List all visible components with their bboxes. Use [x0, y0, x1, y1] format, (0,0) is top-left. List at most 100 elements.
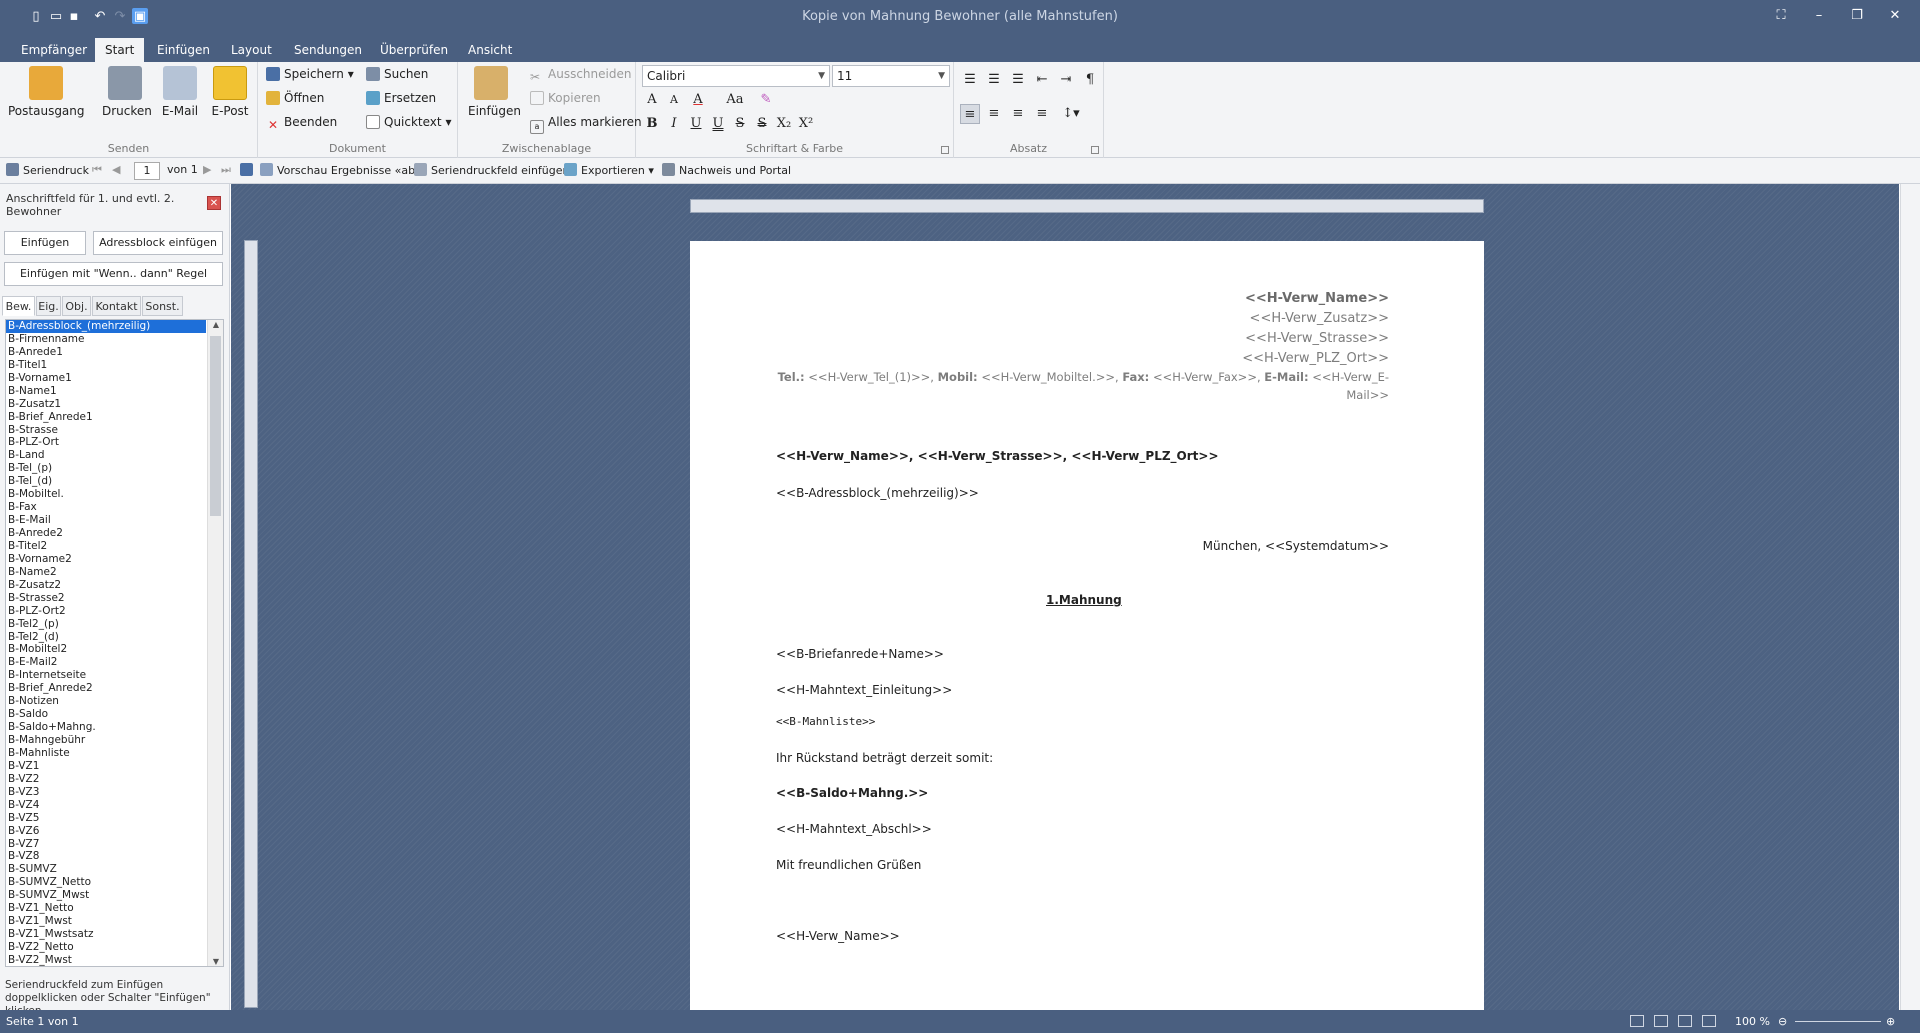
- minimize-button[interactable]: –: [1804, 6, 1834, 26]
- document-page[interactable]: <<H-Verw_Name>> <<H-Verw_Zusatz>> <<H-Ve…: [690, 241, 1484, 1010]
- vorschau-button[interactable]: Vorschau Ergebnisse «abc»: [260, 163, 428, 177]
- alles-markieren-button[interactable]: a Alles markieren: [530, 112, 642, 134]
- mergefield-item[interactable]: B-Anrede1: [6, 346, 206, 359]
- mergefield-item[interactable]: B-VZ1_Netto: [6, 902, 206, 915]
- close-button[interactable]: ✕: [1880, 6, 1910, 26]
- mergefield-item[interactable]: B-Saldo: [6, 708, 206, 721]
- double-underline-icon[interactable]: U: [708, 114, 728, 134]
- recipients-icon[interactable]: [240, 163, 257, 177]
- ausschneiden-button[interactable]: ✂ Ausschneiden: [530, 64, 631, 84]
- mergefield-item[interactable]: B-SUMVZ_Netto: [6, 876, 206, 889]
- email-button[interactable]: E-Mail: [160, 66, 200, 118]
- scroll-up-icon[interactable]: ▲: [208, 320, 223, 329]
- scroll-down-icon[interactable]: ▼: [208, 957, 223, 966]
- tab-eig[interactable]: Eig.: [36, 296, 61, 316]
- align-center-icon[interactable]: ≡: [984, 104, 1004, 124]
- tab-kontakt[interactable]: Kontakt: [92, 296, 141, 316]
- tab-ansicht[interactable]: Ansicht: [458, 38, 522, 62]
- mergefield-item[interactable]: B-VZ5: [6, 812, 206, 825]
- underline-icon[interactable]: U: [686, 114, 706, 134]
- tab-bew[interactable]: Bew.: [2, 296, 35, 316]
- font-color-icon[interactable]: A: [688, 90, 708, 110]
- justify-icon[interactable]: ≡: [1032, 104, 1052, 124]
- mergefield-item[interactable]: B-Adressblock_(mehrzeilig): [6, 320, 206, 333]
- tab-sendungen[interactable]: Sendungen: [284, 38, 372, 62]
- mergefield-item[interactable]: B-SUMVZ: [6, 863, 206, 876]
- align-left-icon[interactable]: ≡: [960, 104, 980, 124]
- mergefield-item[interactable]: B-Zusatz1: [6, 398, 206, 411]
- mergefield-item[interactable]: B-VZ4: [6, 799, 206, 812]
- suchen-button[interactable]: Suchen: [366, 64, 428, 84]
- scroll-thumb[interactable]: [210, 336, 221, 516]
- mergefield-item[interactable]: B-Vorname2: [6, 553, 206, 566]
- pilcrow-icon[interactable]: ¶: [1080, 70, 1100, 90]
- mergefield-item[interactable]: B-Titel2: [6, 540, 206, 553]
- mergefield-item[interactable]: B-Fax: [6, 501, 206, 514]
- superscript-icon[interactable]: X²: [796, 114, 816, 134]
- mergefield-item[interactable]: B-Mahnliste: [6, 747, 206, 760]
- seriendruckfeld-einfuegen-button[interactable]: Seriendruckfeld einfügen: [414, 163, 570, 177]
- mergefield-item[interactable]: B-Mobiltel.: [6, 488, 206, 501]
- mergefield-item[interactable]: B-Anrede2: [6, 527, 206, 540]
- mergefield-item[interactable]: B-Saldo+Mahng.: [6, 721, 206, 734]
- web-layout-icon[interactable]: [1654, 1015, 1668, 1027]
- exportieren-button[interactable]: Exportieren ▾: [564, 163, 654, 177]
- mergefield-item[interactable]: B-PLZ-Ort2: [6, 605, 206, 618]
- mergefield-item[interactable]: B-VZ6: [6, 825, 206, 838]
- zoom-slider[interactable]: [1795, 1021, 1881, 1022]
- mergefield-item[interactable]: B-PLZ-Ort: [6, 436, 206, 449]
- change-case-icon[interactable]: Aa: [720, 90, 750, 110]
- tab-einfuegen[interactable]: Einfügen: [147, 38, 220, 62]
- mergefield-item[interactable]: B-Internetseite: [6, 669, 206, 682]
- zoom-out-icon[interactable]: ⊖: [1778, 1015, 1787, 1028]
- mergefield-item[interactable]: B-Tel_(d): [6, 475, 206, 488]
- tab-layout[interactable]: Layout: [221, 38, 282, 62]
- mergefield-item[interactable]: B-VZ2_Netto: [6, 941, 206, 954]
- kopieren-button[interactable]: Kopieren: [530, 88, 601, 108]
- strikethrough-icon[interactable]: S: [730, 114, 750, 134]
- mergefield-item[interactable]: B-Mahngebühr: [6, 734, 206, 747]
- vertical-ruler[interactable]: [244, 240, 258, 1008]
- restore-button[interactable]: ❐: [1842, 6, 1872, 26]
- close-pane-icon[interactable]: ✕: [207, 196, 221, 210]
- mergefield-item[interactable]: B-VZ1_Mwst: [6, 915, 206, 928]
- grow-font-icon[interactable]: A: [642, 90, 662, 110]
- font-family-combo[interactable]: Calibri ▼: [642, 65, 830, 87]
- mergefield-item[interactable]: B-VZ2: [6, 773, 206, 786]
- mergefield-item[interactable]: B-Land: [6, 449, 206, 462]
- horizontal-ruler[interactable]: [690, 199, 1484, 213]
- seriendruck-button[interactable]: Seriendruck: [6, 163, 89, 177]
- mergefield-item[interactable]: B-Vorname1: [6, 372, 206, 385]
- tab-sonst[interactable]: Sonst.: [142, 296, 183, 316]
- italic-icon[interactable]: I: [664, 114, 684, 134]
- print-layout-icon[interactable]: [1630, 1015, 1644, 1027]
- first-record-icon[interactable]: ⏮: [92, 163, 102, 177]
- last-record-icon[interactable]: ⏭: [221, 163, 231, 177]
- mergefield-item[interactable]: B-Brief_Anrede2: [6, 682, 206, 695]
- beenden-button[interactable]: ✕ Beenden: [266, 112, 337, 132]
- dialog-launcher-icon[interactable]: [941, 146, 949, 154]
- increase-indent-icon[interactable]: ⇥: [1056, 70, 1076, 90]
- list-scrollbar[interactable]: ▲ ▼: [207, 320, 223, 966]
- double-strikethrough-icon[interactable]: S: [752, 114, 772, 134]
- tab-empfaenger[interactable]: Empfänger: [11, 38, 97, 62]
- ersetzen-button[interactable]: Ersetzen: [366, 88, 436, 108]
- mergefield-item[interactable]: B-E-Mail: [6, 514, 206, 527]
- font-size-combo[interactable]: 11 ▼: [832, 65, 950, 87]
- mergefield-item[interactable]: B-Brief_Anrede1: [6, 411, 206, 424]
- postausgang-button[interactable]: Postausgang: [8, 66, 85, 118]
- einfuegen-wenn-dann-button[interactable]: Einfügen mit "Wenn.. dann" Regel: [4, 262, 223, 286]
- bold-icon[interactable]: B: [642, 114, 662, 134]
- einfuegen-button[interactable]: Einfügen: [468, 66, 521, 118]
- align-right-icon[interactable]: ≡: [1008, 104, 1028, 124]
- mergefield-item[interactable]: B-Strasse: [6, 424, 206, 437]
- mergefield-item[interactable]: B-VZ1_Mwstsatz: [6, 928, 206, 941]
- mergefield-item[interactable]: B-Mobiltel2: [6, 643, 206, 656]
- oeffnen-button[interactable]: Öffnen: [266, 88, 324, 108]
- shrink-font-icon[interactable]: A: [664, 90, 684, 110]
- speichern-button[interactable]: Speichern ▾: [266, 64, 354, 84]
- prev-record-icon[interactable]: ◀: [112, 163, 120, 176]
- quicktext-button[interactable]: Quicktext ▾: [366, 112, 451, 132]
- mergefield-item[interactable]: B-Notizen: [6, 695, 206, 708]
- mergefield-item[interactable]: B-Tel2_(p): [6, 618, 206, 631]
